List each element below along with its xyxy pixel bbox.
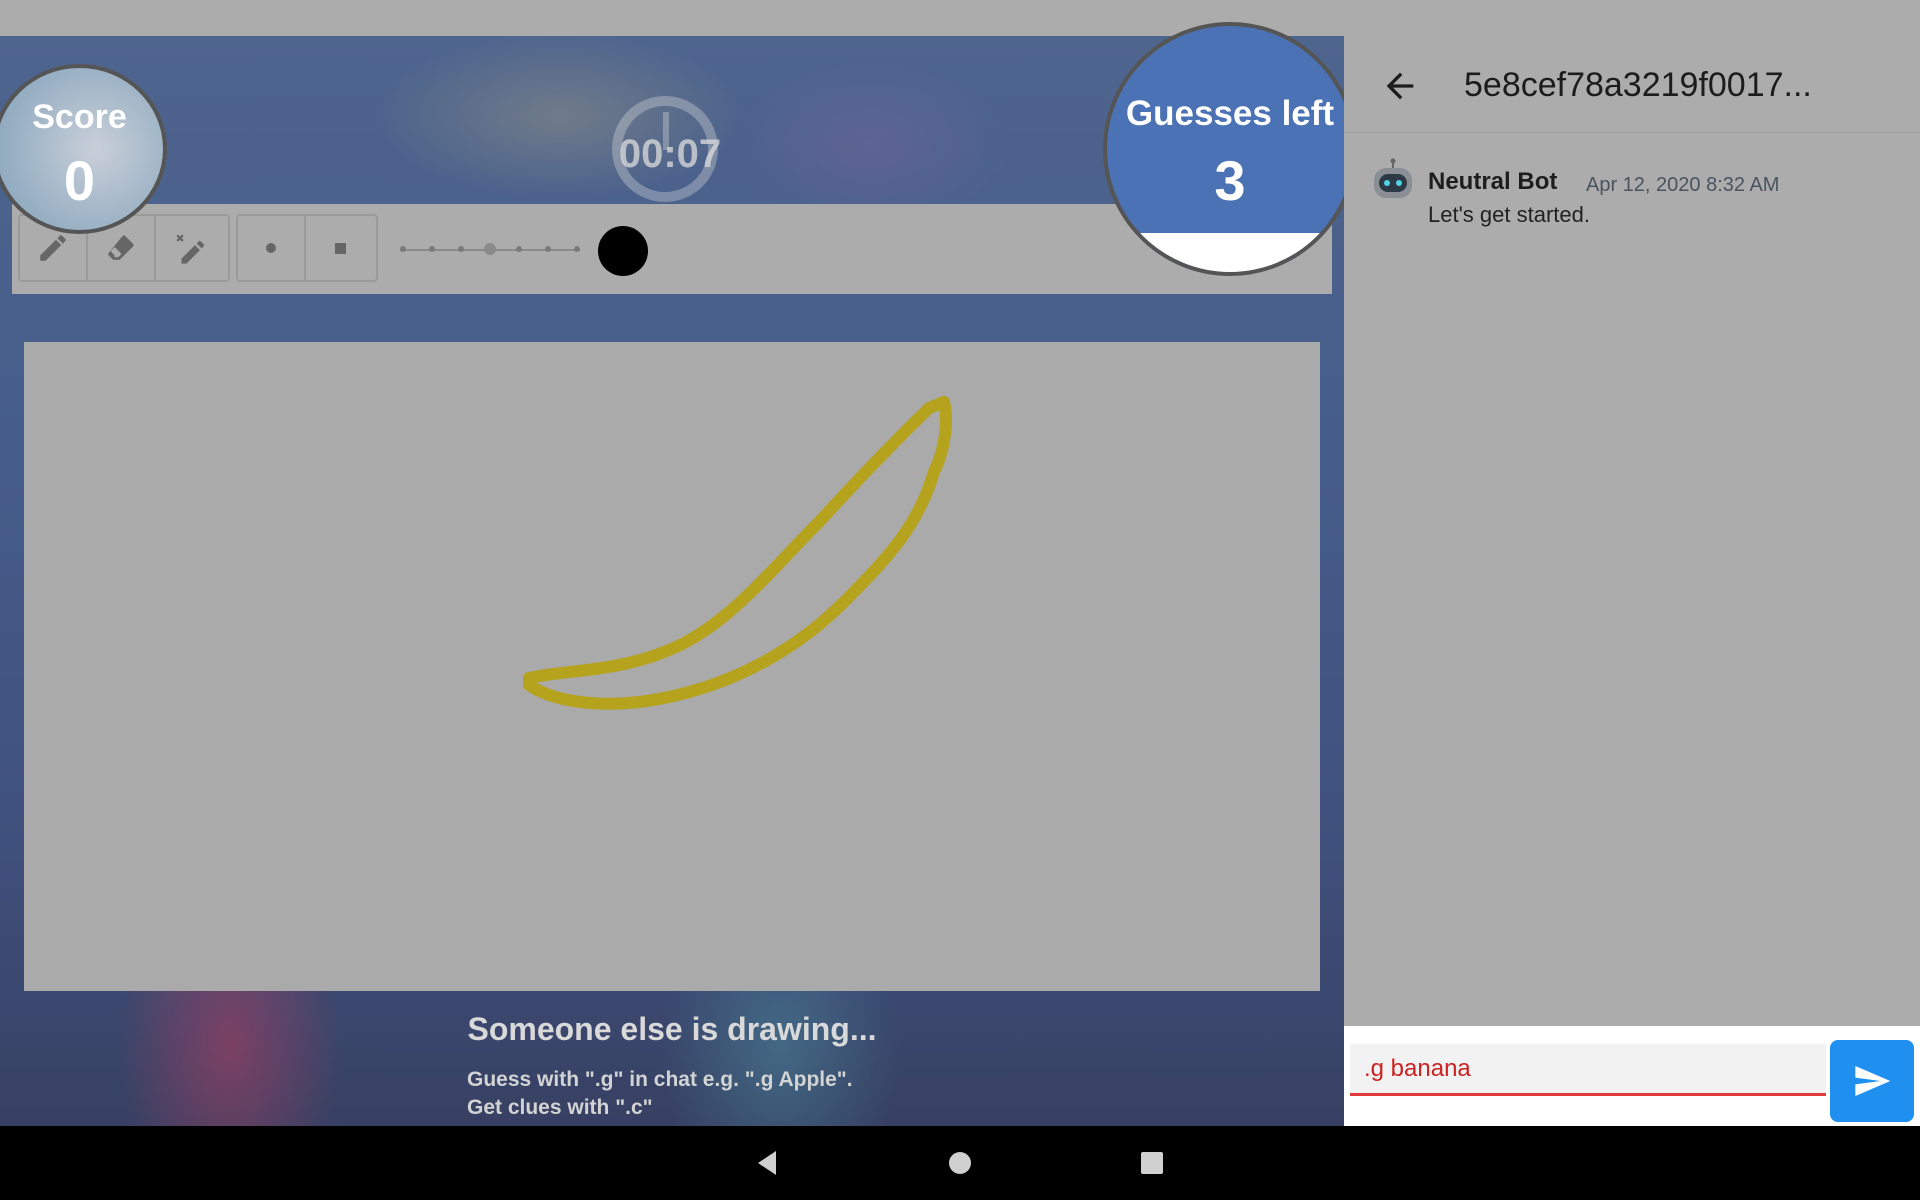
round-brush-button[interactable] xyxy=(238,216,306,280)
nav-home-icon[interactable] xyxy=(944,1147,976,1179)
message-text: Let's get started. xyxy=(1428,202,1590,227)
drawing-stroke xyxy=(523,396,952,710)
chat-input[interactable] xyxy=(1350,1044,1826,1096)
drawing-canvas[interactable] xyxy=(24,342,1320,991)
guesses-badge-footer xyxy=(1107,233,1353,272)
arrow-back-icon xyxy=(1386,72,1414,100)
chat-panel: 5e8cef78a3219f0017... Neutral Bot Apr 12… xyxy=(1344,36,1920,1126)
brush-size-step[interactable] xyxy=(574,246,580,252)
score-label: Score xyxy=(32,98,127,136)
send-icon xyxy=(1855,1066,1891,1096)
magic-pencil-icon xyxy=(176,234,205,264)
guesses-left-value: 3 xyxy=(1214,149,1246,212)
message-author: Neutral Bot xyxy=(1428,168,1558,195)
timer-text: 00:07 xyxy=(618,132,722,176)
chat-title: 5e8cef78a3219f0017... xyxy=(1464,66,1812,104)
pencil-icon xyxy=(40,235,66,261)
brush-shape-group xyxy=(236,214,378,282)
guesses-left-badge: Guesses left 3 xyxy=(1103,22,1357,276)
brush-size-step[interactable] xyxy=(516,246,522,252)
brush-size-step[interactable] xyxy=(545,246,551,252)
back-button[interactable] xyxy=(1380,66,1420,106)
square-brush-button[interactable] xyxy=(306,216,374,280)
brush-size-step[interactable] xyxy=(458,246,464,252)
clue-hint: Get clues with ".c" xyxy=(467,1096,653,1119)
nav-back-icon[interactable] xyxy=(752,1147,784,1179)
guess-hint: Guess with ".g" in chat e.g. ".g Apple". xyxy=(467,1068,853,1091)
brush-size-step[interactable] xyxy=(400,246,406,252)
robot-icon xyxy=(1374,158,1412,198)
status-bar xyxy=(0,0,1920,36)
score-value: 0 xyxy=(63,149,96,212)
chat-input-area xyxy=(1344,1026,1920,1126)
chat-header: 5e8cef78a3219f0017... xyxy=(1344,36,1920,133)
color-picker-button[interactable] xyxy=(598,226,648,276)
brush-size-step[interactable] xyxy=(429,246,435,252)
magic-pencil-tool-button[interactable] xyxy=(156,216,224,280)
drawing-status-title: Someone else is drawing... xyxy=(467,1011,877,1047)
message-timestamp: Apr 12, 2020 8:32 AM xyxy=(1586,174,1780,196)
brush-size-slider[interactable] xyxy=(400,243,580,255)
eraser-icon xyxy=(108,235,134,260)
round-brush-icon xyxy=(266,243,276,253)
nav-recents-icon[interactable] xyxy=(1136,1147,1168,1179)
brush-size-thumb[interactable] xyxy=(484,243,496,255)
send-button[interactable] xyxy=(1830,1040,1914,1122)
square-brush-icon xyxy=(334,242,346,254)
navigation-bar xyxy=(0,1126,1920,1200)
guesses-left-label: Guesses left xyxy=(1125,94,1335,133)
score-badge: Score 0 xyxy=(0,64,167,234)
